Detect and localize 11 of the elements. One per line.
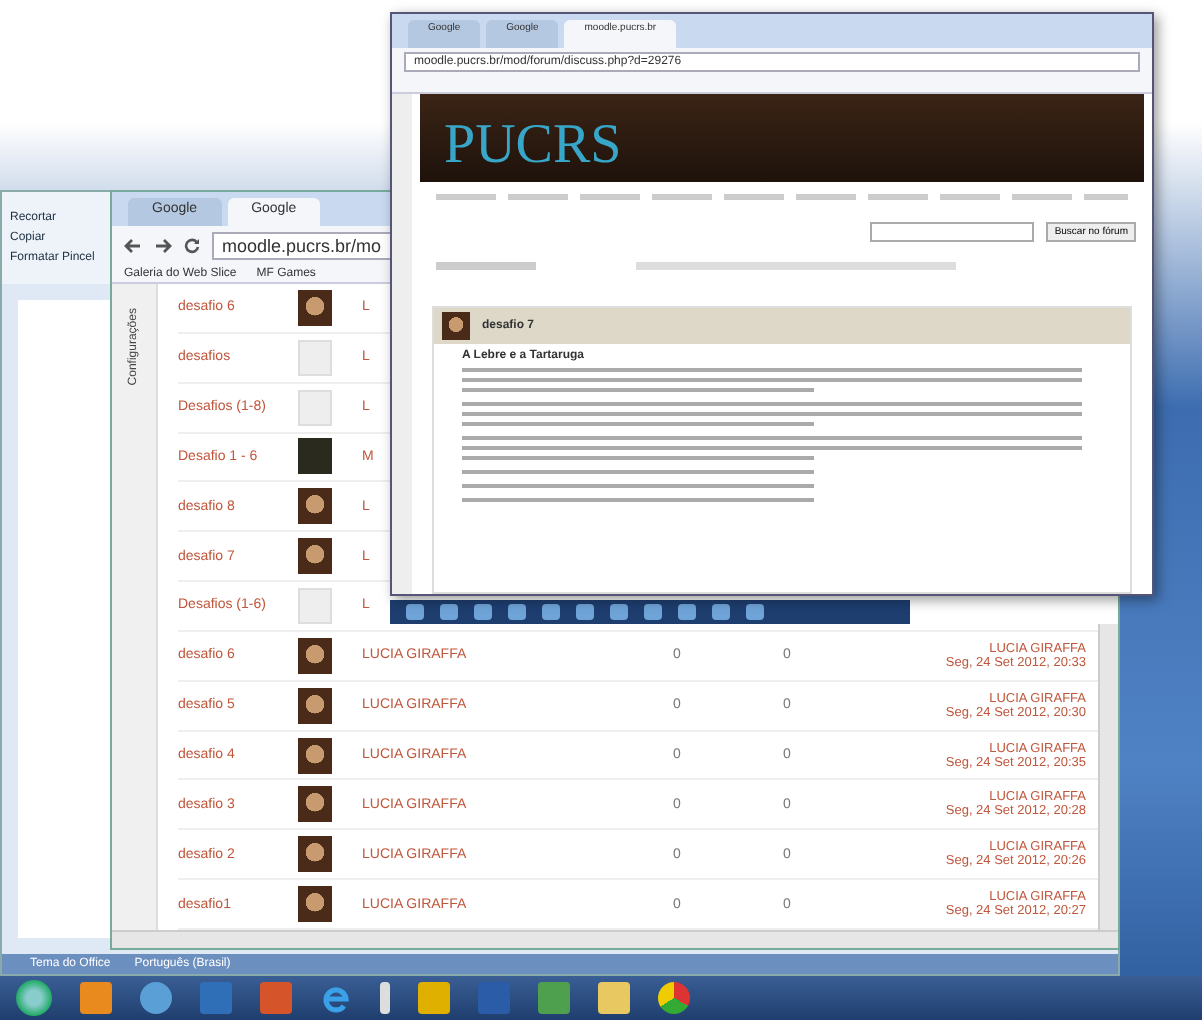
search-field[interactable] [870, 222, 1035, 242]
scrollbar[interactable] [112, 930, 1118, 948]
forward-arrow-icon[interactable] [154, 238, 172, 254]
reload-icon[interactable] [184, 238, 200, 254]
scrollbar[interactable] [1098, 624, 1118, 930]
avatar-placeholder [442, 312, 470, 340]
address-bar[interactable]: moodle.pucrs.br/mo [212, 232, 392, 260]
browser-e-icon[interactable] [320, 982, 352, 1014]
start-button[interactable] [16, 980, 52, 1016]
back-arrow-icon[interactable] [124, 238, 142, 254]
site-logo[interactable]: PUCRS [444, 118, 622, 174]
